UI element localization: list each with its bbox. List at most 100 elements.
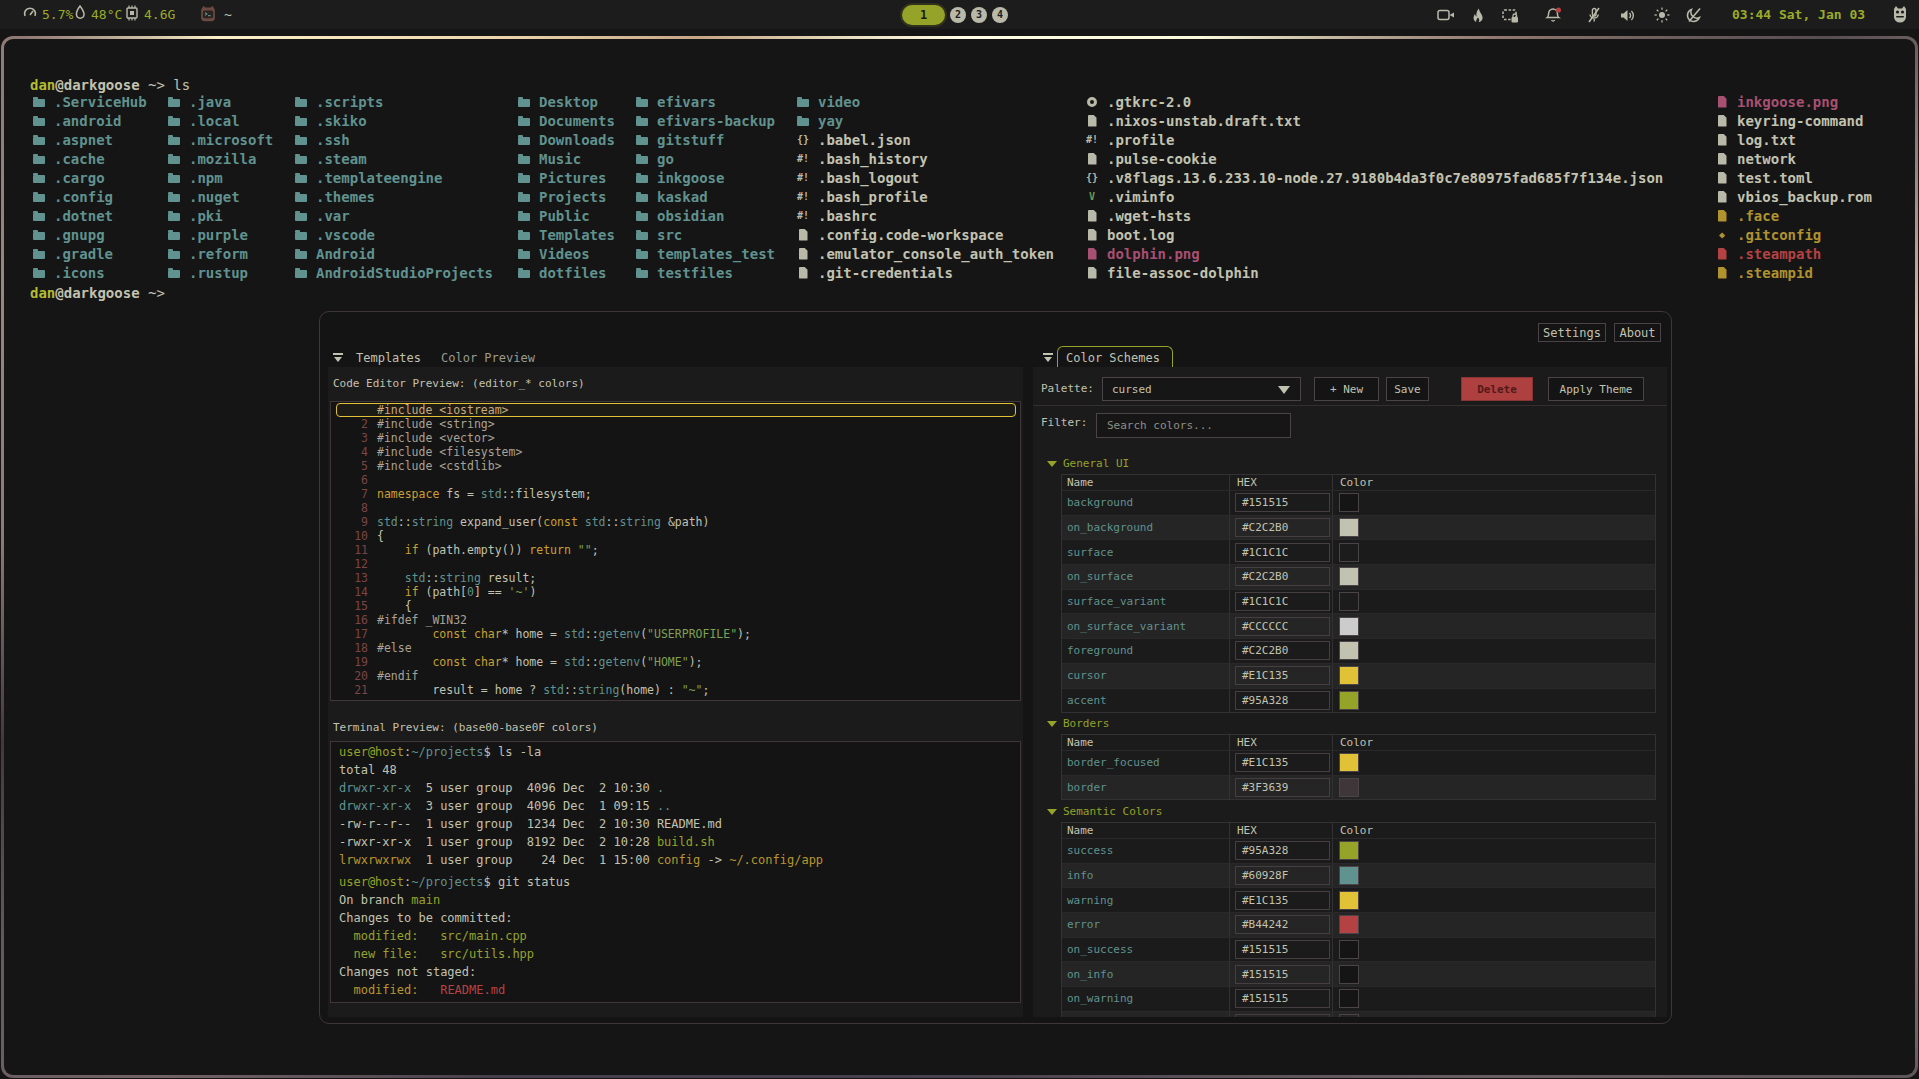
hex-input[interactable]: #1C1C1C	[1235, 592, 1330, 611]
file-entry[interactable]: boot.log	[1085, 225, 1663, 244]
file-entry[interactable]: .face	[1715, 206, 1872, 225]
hex-input[interactable]: #3F3639	[1235, 778, 1330, 797]
file-entry[interactable]: Documents	[517, 111, 615, 130]
hex-input[interactable]: #C2C2B0	[1235, 641, 1330, 660]
file-entry[interactable]: .config	[32, 187, 147, 206]
file-entry[interactable]: .pulse-cookie	[1085, 149, 1663, 168]
file-entry[interactable]: .config.code-workspace	[796, 225, 1054, 244]
file-entry[interactable]: yay	[796, 111, 1054, 130]
file-entry[interactable]: ◆.gitconfig	[1715, 225, 1872, 244]
file-entry[interactable]: .reform	[167, 244, 273, 263]
file-entry[interactable]: {}.v8flags.13.6.233.10-node.27.9180b4da3…	[1085, 168, 1663, 187]
file-entry[interactable]: .cargo	[32, 168, 147, 187]
delete-button[interactable]: Delete	[1461, 377, 1533, 401]
file-entry[interactable]: .nuget	[167, 187, 273, 206]
file-entry[interactable]: #!.bashrc	[796, 206, 1054, 225]
file-entry[interactable]: .pki	[167, 206, 273, 225]
save-button[interactable]: Save	[1386, 377, 1429, 401]
workspace-4[interactable]: 4	[992, 7, 1008, 23]
file-entry[interactable]: inkgoose.png	[1715, 92, 1872, 111]
file-entry[interactable]: V.viminfo	[1085, 187, 1663, 206]
color-swatch[interactable]	[1339, 641, 1359, 660]
hex-input[interactable]: #1C1C1C	[1235, 543, 1330, 562]
color-swatch[interactable]	[1339, 493, 1359, 512]
file-entry[interactable]: .mozilla	[167, 149, 273, 168]
hex-input[interactable]: #CCCCCC	[1235, 617, 1330, 636]
hex-input[interactable]: #E1C135	[1235, 753, 1330, 772]
file-entry[interactable]: src	[635, 225, 775, 244]
file-entry[interactable]: .var	[294, 206, 493, 225]
file-entry[interactable]: obsidian	[635, 206, 775, 225]
color-swatch[interactable]	[1339, 940, 1359, 959]
color-swatch[interactable]	[1339, 567, 1359, 586]
file-entry[interactable]: dotfiles	[517, 263, 615, 282]
file-entry[interactable]: testfiles	[635, 263, 775, 282]
workspace-3[interactable]: 3	[971, 7, 987, 23]
color-swatch[interactable]	[1339, 691, 1359, 710]
hex-input[interactable]: #E1C135	[1235, 891, 1330, 910]
file-entry[interactable]: #!.bash_history	[796, 149, 1054, 168]
file-entry[interactable]: .gtkrc-2.0	[1085, 92, 1663, 111]
file-entry[interactable]: templates_test	[635, 244, 775, 263]
file-entry[interactable]: Pictures	[517, 168, 615, 187]
color-swatch[interactable]	[1339, 1014, 1359, 1017]
workspace-1[interactable]: 1	[902, 5, 945, 25]
file-entry[interactable]: file-assoc-dolphin	[1085, 263, 1663, 282]
color-swatch[interactable]	[1339, 778, 1359, 797]
hex-input[interactable]: #60928F	[1235, 866, 1330, 885]
file-entry[interactable]: Videos	[517, 244, 615, 263]
file-entry[interactable]: .rustup	[167, 263, 273, 282]
file-entry[interactable]: dolphin.png	[1085, 244, 1663, 263]
color-swatch[interactable]	[1339, 891, 1359, 910]
file-entry[interactable]: .cache	[32, 149, 147, 168]
brightness-icon[interactable]	[1653, 6, 1671, 24]
night-light-off-icon[interactable]	[1685, 6, 1703, 24]
file-entry[interactable]: .aspnet	[32, 130, 147, 149]
color-swatch[interactable]	[1339, 915, 1359, 934]
tab-color-schemes[interactable]: Color Schemes	[1066, 351, 1160, 365]
file-entry[interactable]: .ServiceHub	[32, 92, 147, 111]
hex-input[interactable]: #95A328	[1235, 691, 1330, 710]
apply-theme-button[interactable]: Apply Theme	[1548, 377, 1644, 401]
hex-input[interactable]: #151515	[1235, 493, 1330, 512]
file-entry[interactable]: Music	[517, 149, 615, 168]
file-entry[interactable]: .scripts	[294, 92, 493, 111]
hex-input[interactable]: #151515	[1235, 940, 1330, 959]
about-button[interactable]: About	[1614, 323, 1661, 342]
owl-icon[interactable]	[1891, 5, 1909, 23]
fire-icon[interactable]	[1469, 6, 1487, 24]
color-swatch[interactable]	[1339, 617, 1359, 636]
file-entry[interactable]: AndroidStudioProjects	[294, 263, 493, 282]
palette-dropdown[interactable]: cursed	[1102, 377, 1301, 401]
file-entry[interactable]: .java	[167, 92, 273, 111]
section-collapse-icon[interactable]	[1047, 461, 1057, 467]
file-entry[interactable]: vbios_backup.rom	[1715, 187, 1872, 206]
file-entry[interactable]: test.toml	[1715, 168, 1872, 187]
file-entry[interactable]: gitstuff	[635, 130, 775, 149]
screencast-icon[interactable]	[1437, 6, 1455, 24]
new-button[interactable]: + New	[1314, 377, 1379, 401]
volume-icon[interactable]	[1618, 6, 1636, 24]
color-swatch[interactable]	[1339, 666, 1359, 685]
hex-input[interactable]: #B44242	[1235, 915, 1330, 934]
search-input[interactable]: Search colors...	[1096, 413, 1291, 438]
file-entry[interactable]: Templates	[517, 225, 615, 244]
file-entry[interactable]: .gnupg	[32, 225, 147, 244]
file-entry[interactable]: efivars-backup	[635, 111, 775, 130]
file-entry[interactable]: .ssh	[294, 130, 493, 149]
hex-input[interactable]: #C2C2B0	[1235, 518, 1330, 537]
file-entry[interactable]: .skiko	[294, 111, 493, 130]
file-entry[interactable]: Projects	[517, 187, 615, 206]
hex-input[interactable]: #E1C135	[1235, 666, 1330, 685]
file-entry[interactable]: .templateengine	[294, 168, 493, 187]
file-entry[interactable]: #!.bash_logout	[796, 168, 1054, 187]
file-entry[interactable]: .purple	[167, 225, 273, 244]
workspace-2[interactable]: 2	[950, 7, 966, 23]
file-entry[interactable]: #!.profile	[1085, 130, 1663, 149]
mic-off-icon[interactable]	[1585, 6, 1603, 24]
file-entry[interactable]: Downloads	[517, 130, 615, 149]
collapse-left-icon[interactable]	[333, 353, 345, 363]
hex-input[interactable]: #95A328	[1235, 841, 1330, 860]
file-entry[interactable]: .nixos-unstab.draft.txt	[1085, 111, 1663, 130]
file-entry[interactable]: .steampath	[1715, 244, 1872, 263]
